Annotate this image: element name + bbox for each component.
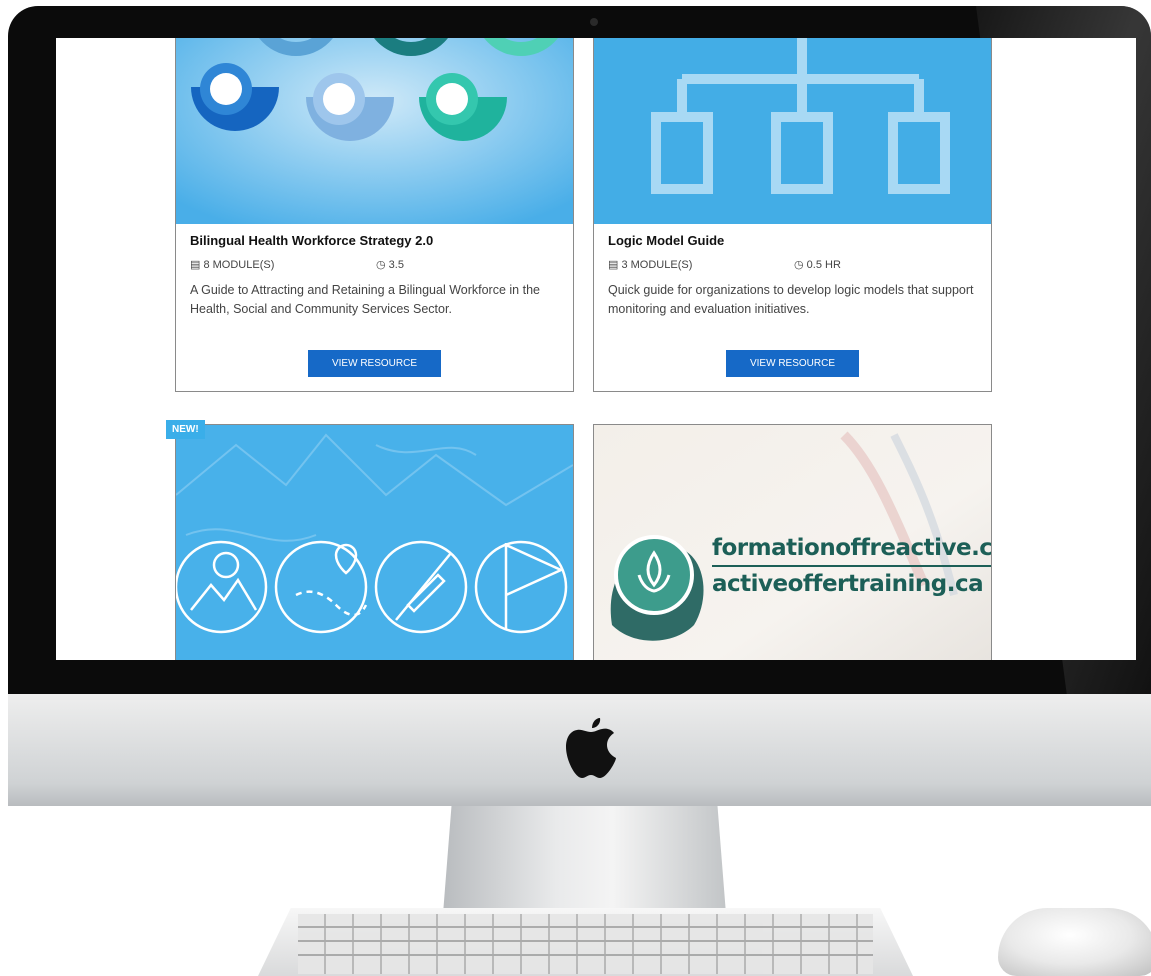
card-description: Quick guide for organizations to develop… — [608, 283, 974, 316]
card-image-org-chart — [594, 38, 991, 224]
camera-icon — [590, 18, 598, 26]
logo-text-french: formationoffreactive.ca — [712, 535, 992, 561]
module-count: ▤ 3 MODULE(S) — [608, 259, 693, 271]
imac-monitor: Bilingual Health Workforce Strategy 2.0 … — [8, 6, 1151, 806]
document-icon: ▤ — [190, 259, 204, 271]
monitor-stand — [443, 806, 726, 914]
document-icon: ▤ — [608, 259, 622, 271]
card-description: A Guide to Attracting and Retaining a Bi… — [190, 283, 540, 316]
logo-divider — [712, 565, 991, 567]
duration: ◷ 0.5 HR — [794, 259, 841, 271]
active-offer-text: formationoffreactive.ca activeoffertrain… — [712, 533, 992, 599]
clock-icon: ◷ — [376, 259, 389, 271]
key-row — [298, 954, 873, 956]
apple-logo — [566, 718, 616, 778]
new-badge: NEW! — [166, 420, 205, 439]
clock-icon: ◷ — [794, 259, 807, 271]
card-image-strategy-icons — [176, 38, 573, 224]
view-resource-button[interactable]: VIEW RESOURCE — [726, 350, 859, 377]
card-body: Logic Model Guide ▤ 3 MODULE(S) ◷ 0.5 HR… — [608, 233, 977, 319]
duration: ◷ 3.5 — [376, 259, 404, 271]
resource-card-bilingual-strategy: Bilingual Health Workforce Strategy 2.0 … — [175, 38, 574, 392]
logo-text-english: activeoffertraining.ca — [712, 571, 984, 597]
card-title: Logic Model Guide — [608, 233, 725, 248]
screen: Bilingual Health Workforce Strategy 2.0 … — [56, 38, 1136, 660]
card-meta: ▤ 8 MODULE(S) ◷ 3.5 — [190, 258, 559, 271]
keyboard — [258, 908, 913, 976]
monitor-chin — [8, 694, 1151, 806]
keyboard-keys — [298, 914, 873, 974]
resource-card-logic-model: Logic Model Guide ▤ 3 MODULE(S) ◷ 0.5 HR… — [593, 38, 992, 392]
card-image-journey-icons — [176, 425, 573, 660]
module-count: ▤ 8 MODULE(S) — [190, 259, 275, 271]
card-body: Bilingual Health Workforce Strategy 2.0 … — [190, 233, 559, 319]
resource-card-new[interactable] — [175, 424, 574, 660]
view-resource-button[interactable]: VIEW RESOURCE — [308, 350, 441, 377]
card-title: Bilingual Health Workforce Strategy 2.0 — [190, 233, 434, 248]
key-row — [298, 940, 873, 942]
mouse — [998, 908, 1151, 976]
key-row — [298, 926, 873, 928]
resource-card-active-offer[interactable]: formationoffreactive.ca activeoffertrain… — [593, 424, 992, 660]
card-meta: ▤ 3 MODULE(S) ◷ 0.5 HR — [608, 258, 977, 271]
